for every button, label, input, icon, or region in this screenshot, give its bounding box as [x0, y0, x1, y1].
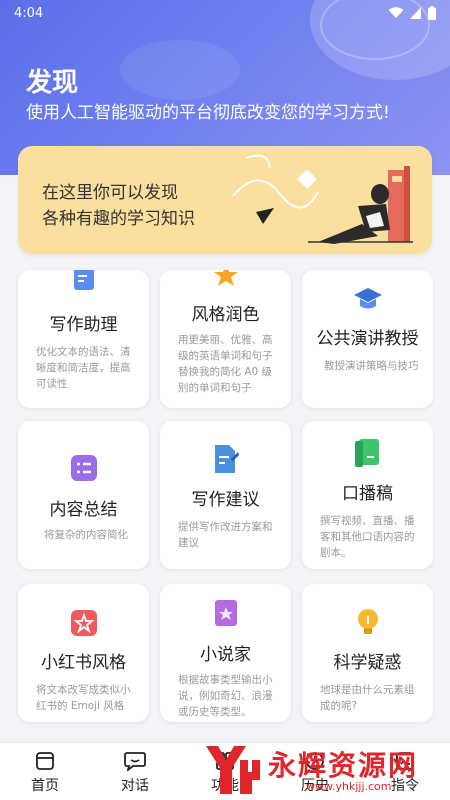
doc-pen-icon — [214, 445, 239, 473]
card-voiceover-script[interactable]: 口播稿 撰写视频、直播、播客和其他口语内容的剧本。 — [302, 421, 433, 569]
watermark-text: 永辉资源网 — [268, 749, 419, 782]
card-desc: 提供写作改进方案和建议 — [178, 521, 273, 549]
card-desc: 优化文本的语法、清晰度和简洁度，提高可读性 — [36, 346, 131, 390]
tab-home[interactable]: 首页 — [0, 743, 90, 800]
signal-icon — [410, 7, 421, 19]
chat-icon — [124, 752, 146, 771]
card-title: 小说家 — [200, 645, 251, 665]
card-desc: 撰写视频、直播、播客和其他口语内容的剧本。 — [320, 515, 415, 559]
decor-cloud — [120, 40, 240, 100]
card-title: 写作助理 — [49, 315, 118, 335]
card-xiaohongshu-style[interactable]: 小红书风格 将文本改写成类似小红书的 Emoji 风格 — [18, 584, 149, 722]
battery-icon — [428, 6, 436, 20]
lightbulb-icon — [357, 609, 378, 634]
badge-star-icon — [70, 610, 97, 636]
watermark-url: www.yhkjjj.com — [306, 780, 392, 793]
tab-label: 对话 — [121, 778, 149, 794]
page-subtitle: 使用人工智能驱动的平台彻底改变您的学习方式! — [26, 103, 390, 123]
discover-banner[interactable]: 在这里你可以发现 各种有趣的学习知识 — [18, 146, 432, 254]
card-title: 内容总结 — [49, 500, 118, 520]
card-title: 风格润色 — [191, 305, 260, 325]
card-desc: 用更美丽、优雅、高级的英语单词和句子替换我的简化 A0 级别的单词和句子 — [178, 334, 273, 394]
star-icon — [213, 270, 238, 286]
tab-label: 首页 — [31, 778, 59, 794]
card-title: 小红书风格 — [41, 653, 126, 673]
banner-line-2: 各种有趣的学习知识 — [42, 209, 195, 229]
site-watermark: 永辉资源网 www.yhkjjj.com — [196, 740, 446, 798]
card-desc: 将复杂的内容简化 — [44, 529, 128, 541]
novel-icon — [214, 600, 237, 626]
card-title: 公共演讲教授 — [316, 329, 419, 349]
status-bar: 4:04 — [14, 4, 436, 22]
card-writing-advice[interactable]: 写作建议 提供写作改进方案和建议 — [160, 421, 291, 569]
edit-doc-icon — [73, 270, 94, 290]
book-green-icon — [354, 439, 379, 467]
tab-chat[interactable]: 对话 — [90, 743, 180, 800]
home-icon — [36, 752, 54, 770]
card-title: 科学疑惑 — [333, 653, 402, 673]
banner-line-1: 在这里你可以发现 — [42, 183, 178, 203]
page-title: 发现 — [26, 68, 79, 98]
checklist-icon — [70, 455, 97, 481]
watermark-logo — [206, 746, 260, 794]
card-desc: 教授演讲策略与技巧 — [324, 360, 419, 372]
card-desc: 将文本改写成类似小红书的 Emoji 风格 — [36, 684, 131, 712]
card-writing-assistant[interactable]: 写作助理 优化文本的语法、清晰度和简洁度，提高可读性 — [18, 270, 149, 408]
graduation-cap-icon — [353, 288, 382, 309]
card-title: 口播稿 — [342, 484, 393, 504]
card-desc: 根据故事类型输出小说，例如奇幻、浪漫或历史等类型。 — [178, 674, 273, 718]
card-content-summary[interactable]: 内容总结 将复杂的内容简化 — [18, 421, 149, 569]
card-novelist[interactable]: 小说家 根据故事类型输出小说，例如奇幻、浪漫或历史等类型。 — [160, 584, 291, 722]
status-time: 4:04 — [14, 5, 44, 21]
card-title: 写作建议 — [191, 490, 260, 510]
wifi-icon — [388, 7, 404, 18]
card-desc: 地球是由什么元素组成的呢? — [320, 684, 415, 712]
card-style-polish[interactable]: 风格润色 用更美丽、优雅、高级的英语单词和句子替换我的简化 A0 级别的单词和句… — [160, 270, 291, 408]
card-public-speaking[interactable]: 公共演讲教授 教授演讲策略与技巧 — [302, 270, 433, 408]
card-science-questions[interactable]: 科学疑惑 地球是由什么元素组成的呢? — [302, 584, 433, 722]
